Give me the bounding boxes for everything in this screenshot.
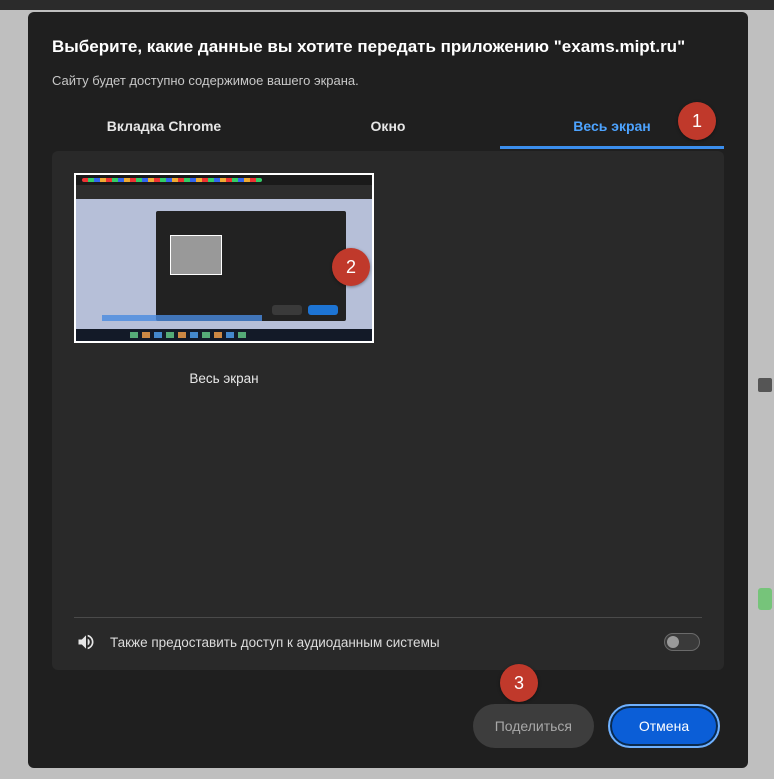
share-audio-label: Также предоставить доступ к аудиоданным … [110, 635, 440, 650]
sources-grid: Весь экран [74, 173, 702, 605]
source-tabs: Вкладка Chrome Окно Весь экран [52, 108, 724, 149]
share-audio-row: Также предоставить доступ к аудиоданным … [74, 618, 702, 656]
screen-share-dialog: Выберите, какие данные вы хотите передат… [28, 12, 748, 768]
tab-window[interactable]: Окно [276, 108, 500, 149]
share-audio-toggle[interactable] [664, 633, 700, 651]
dialog-subtitle: Сайту будет доступно содержимое вашего э… [52, 73, 724, 88]
dialog-title: Выберите, какие данные вы хотите передат… [52, 36, 724, 59]
cancel-button[interactable]: Отмена [608, 704, 720, 748]
dialog-footer: Поделиться Отмена [52, 704, 724, 748]
screen-tile[interactable]: Весь экран [74, 173, 374, 386]
speaker-icon [76, 632, 96, 652]
screen-thumbnail [74, 173, 374, 343]
annotation-callout-3: 3 [500, 664, 538, 702]
annotation-callout-1: 1 [678, 102, 716, 140]
background-hint [758, 588, 772, 610]
annotation-callout-2: 2 [332, 248, 370, 286]
tab-chrome-tab[interactable]: Вкладка Chrome [52, 108, 276, 149]
share-button[interactable]: Поделиться [473, 704, 594, 748]
sources-panel: Весь экран Также предоставить доступ к а… [52, 151, 724, 670]
background-hint [758, 378, 772, 392]
screen-tile-label: Весь экран [74, 371, 374, 386]
